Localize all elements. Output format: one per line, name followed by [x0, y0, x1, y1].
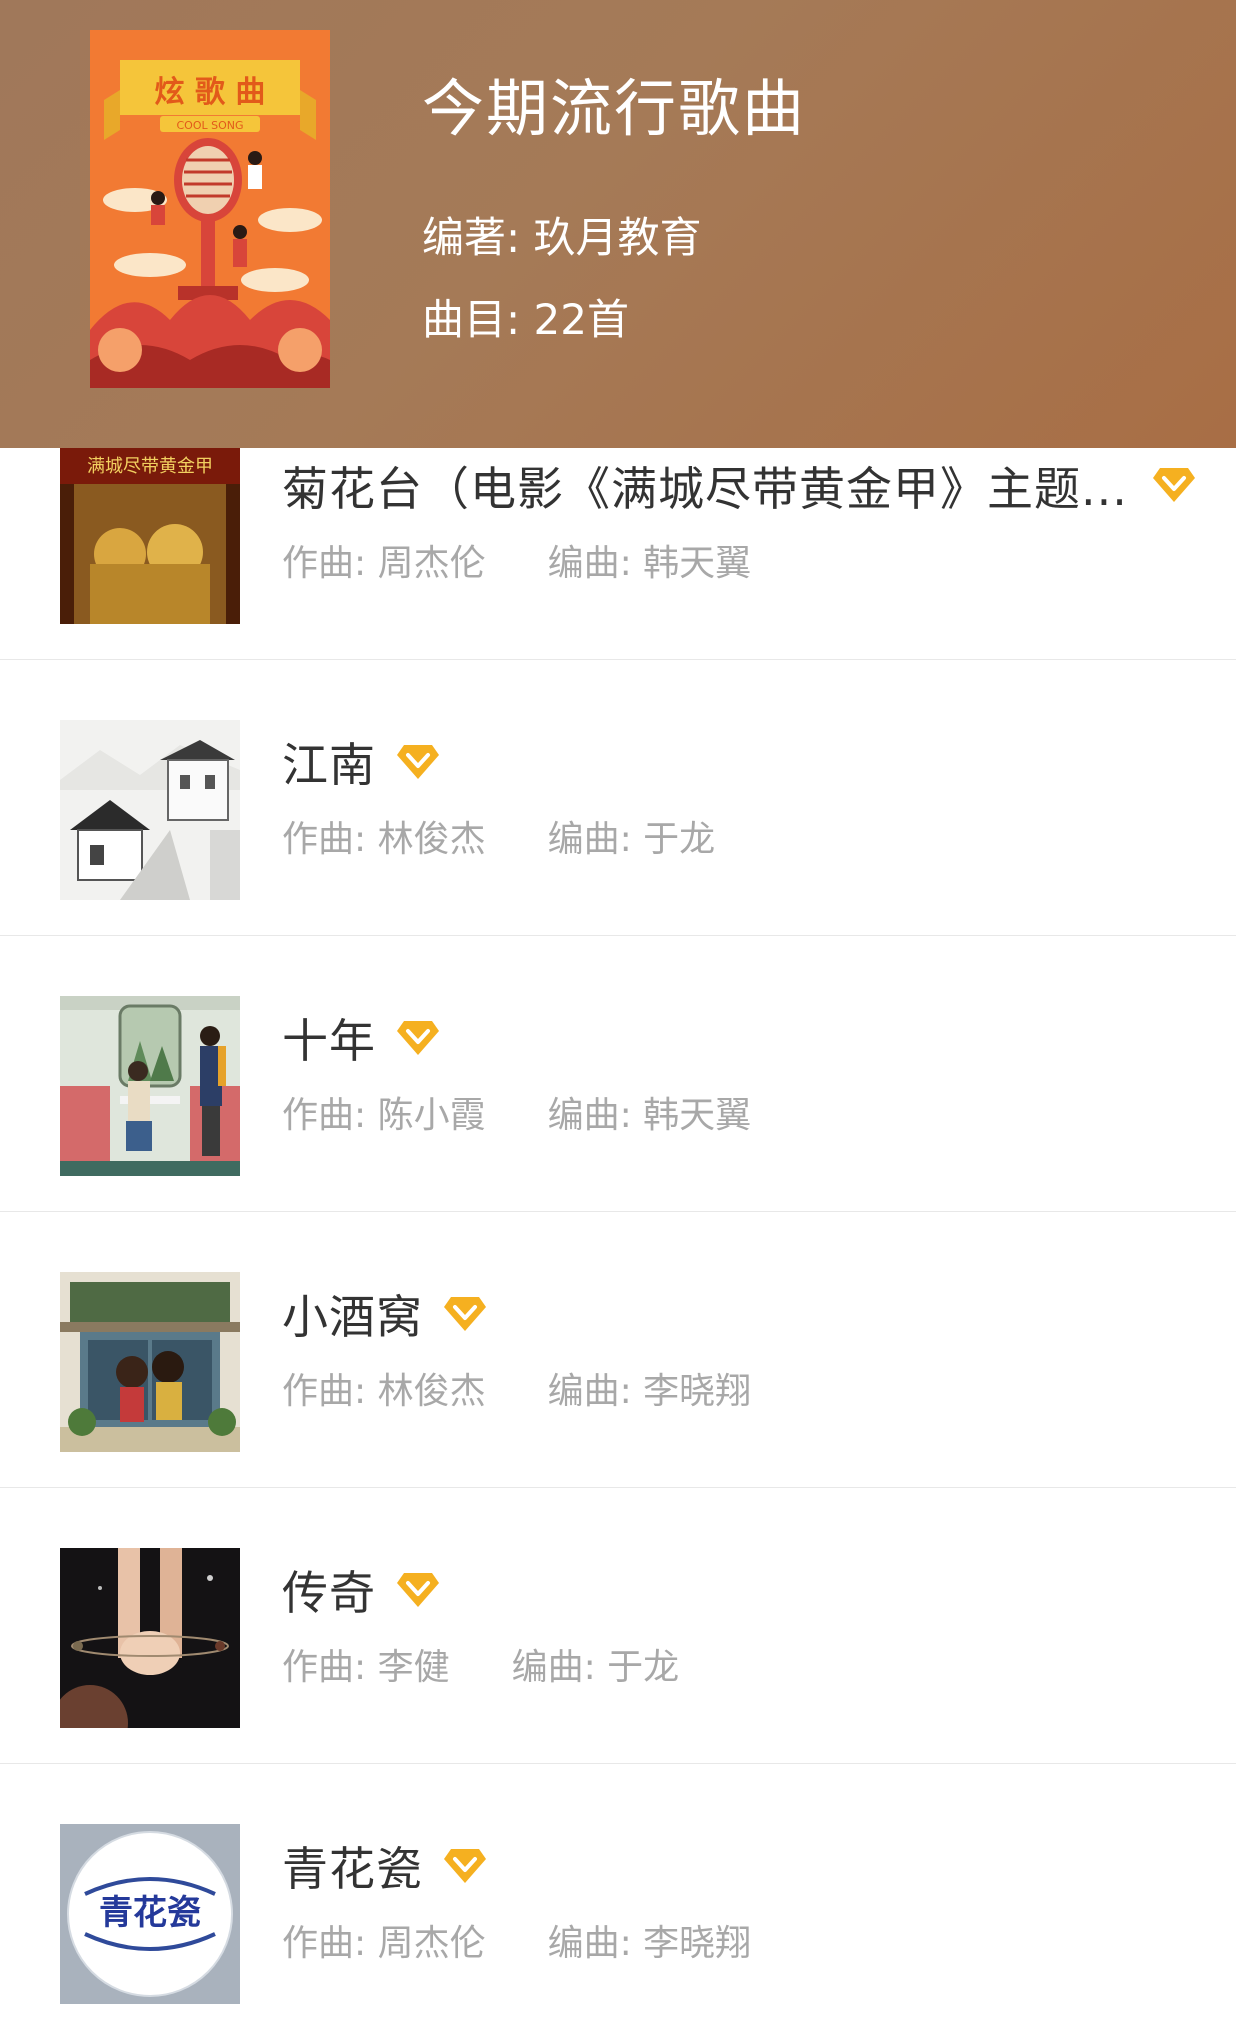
arranger-label: 编曲: 于龙 — [547, 819, 716, 860]
song-thumbnail: 满城尽带黄金甲 — [60, 444, 240, 624]
song-item-shinian[interactable]: 十年 作曲: 陈小霞 编曲: 韩天翼 — [0, 936, 1236, 1212]
album-author: 编著: 玖月教育 — [422, 213, 702, 262]
composer-label: 作曲: 李健 — [282, 1647, 450, 1688]
song-title: 青花瓷 — [282, 1842, 423, 1896]
thumb-caption: 青花瓷 — [99, 1893, 201, 1933]
song-credits: 作曲: 陈小霞 编曲: 韩天翼 — [282, 1086, 751, 1138]
song-title: 小酒窝 — [282, 1290, 423, 1344]
composer-label: 作曲: 周杰伦 — [282, 543, 486, 584]
song-title-row: 菊花台（电影《满城尽带黄金甲》主题... — [282, 456, 1196, 516]
composer-label: 作曲: 林俊杰 — [282, 1371, 486, 1412]
vip-diamond-icon — [1153, 468, 1195, 502]
composer-label: 作曲: 陈小霞 — [282, 1095, 486, 1136]
song-title-row: 青花瓷 — [282, 1836, 1196, 1896]
composer-label: 作曲: 周杰伦 — [282, 1923, 486, 1964]
song-credits: 作曲: 林俊杰 编曲: 于龙 — [282, 810, 715, 862]
vip-diamond-icon — [397, 1573, 439, 1607]
arranger-label: 编曲: 韩天翼 — [547, 543, 752, 584]
song-thumbnail — [60, 1548, 240, 1728]
song-item-qinghuaci[interactable]: 青花瓷 青花瓷 作曲: 周杰伦 编曲: 李晓翔 — [0, 1764, 1236, 2026]
song-title: 十年 — [282, 1014, 376, 1068]
album-header: 炫 歌 曲 COOL SONG 今期流行歌曲 编著: 玖月教育 曲目: 22首 — [0, 0, 1236, 448]
vip-diamond-icon — [397, 1021, 439, 1055]
song-title: 菊花台（电影《满城尽带黄金甲》主题... — [282, 462, 1128, 516]
thumb-caption: 满城尽带黄金甲 — [87, 456, 213, 477]
composer-label: 作曲: 林俊杰 — [282, 819, 486, 860]
song-credits: 作曲: 周杰伦 编曲: 韩天翼 — [282, 534, 751, 586]
song-title-row: 传奇 — [282, 1560, 1196, 1620]
arranger-label: 编曲: 李晓翔 — [547, 1923, 752, 1964]
vip-diamond-icon — [444, 1849, 486, 1883]
song-title-row: 十年 — [282, 1008, 1196, 1068]
song-thumbnail — [60, 720, 240, 900]
album-track-count: 曲目: 22首 — [422, 295, 629, 344]
song-credits: 作曲: 李健 编曲: 于龙 — [282, 1638, 679, 1690]
album-title: 今期流行歌曲 — [422, 72, 807, 145]
song-title: 传奇 — [282, 1566, 376, 1620]
song-credits: 作曲: 林俊杰 编曲: 李晓翔 — [282, 1362, 751, 1414]
song-thumbnail: 青花瓷 — [60, 1824, 240, 2004]
song-item-jiangnan[interactable]: 江南 作曲: 林俊杰 编曲: 于龙 — [0, 660, 1236, 936]
song-title-row: 小酒窝 — [282, 1284, 1196, 1344]
songbook-page: 满城尽带黄金甲 菊花台（电影《满城尽带黄金甲》主题... 作曲: 周杰伦编曲: … — [0, 0, 1236, 2026]
song-title: 江南 — [282, 738, 376, 792]
song-list: 满城尽带黄金甲 菊花台（电影《满城尽带黄金甲》主题... 作曲: 周杰伦编曲: … — [0, 384, 1236, 2026]
cover-title: 炫 歌 曲 — [155, 75, 266, 110]
cover-subtitle: COOL SONG — [176, 119, 243, 132]
vip-diamond-icon — [444, 1297, 486, 1331]
song-item-xiaojiuwo[interactable]: 小酒窝 作曲: 林俊杰 编曲: 李晓翔 — [0, 1212, 1236, 1488]
arranger-label: 编曲: 韩天翼 — [547, 1095, 752, 1136]
song-item-chuanqi[interactable]: 传奇 作曲: 李健 编曲: 于龙 — [0, 1488, 1236, 1764]
arranger-label: 编曲: 李晓翔 — [547, 1371, 752, 1412]
vip-diamond-icon — [397, 745, 439, 779]
arranger-label: 编曲: 于龙 — [511, 1647, 680, 1688]
song-thumbnail — [60, 1272, 240, 1452]
song-credits: 作曲: 周杰伦 编曲: 李晓翔 — [282, 1914, 751, 1966]
song-title-row: 江南 — [282, 732, 1196, 792]
song-thumbnail — [60, 996, 240, 1176]
album-cover: 炫 歌 曲 COOL SONG — [90, 30, 330, 388]
